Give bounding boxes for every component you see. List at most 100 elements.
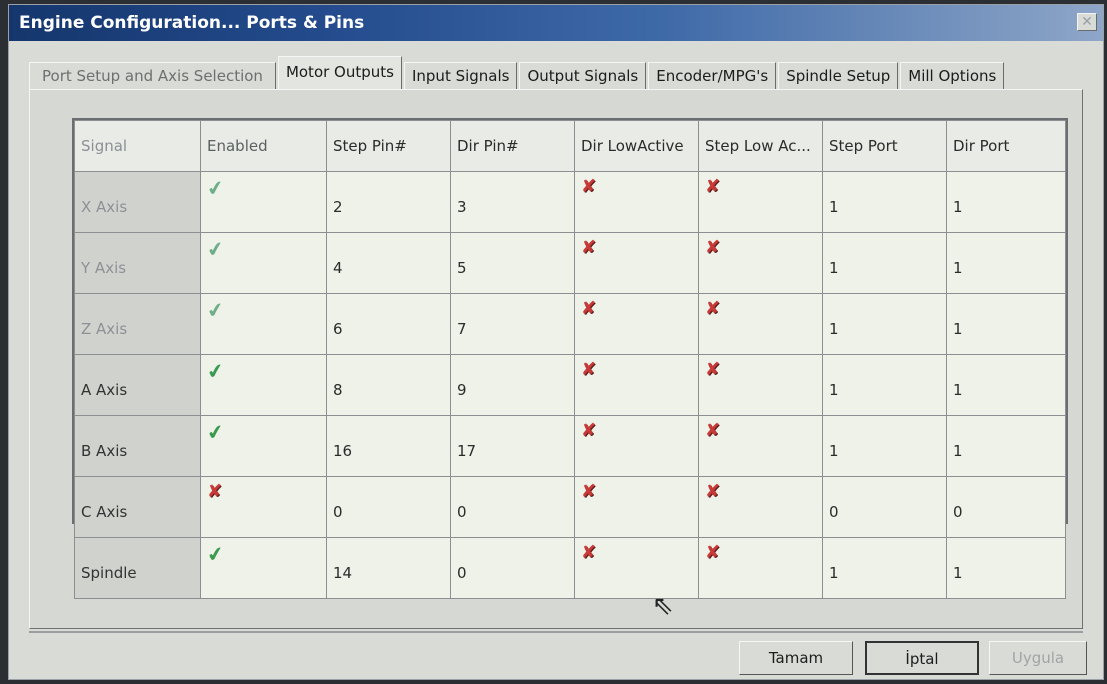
window-title: Engine Configuration... Ports & Pins	[19, 13, 365, 33]
step-low-active-cell[interactable]: ✘	[698, 537, 823, 599]
enabled-cell[interactable]: ✔	[200, 415, 327, 477]
step-pin-cell[interactable]: 6	[326, 293, 451, 355]
step-pin-cell[interactable]: 14	[326, 537, 451, 599]
motor-outputs-table: Signal Enabled Step Pin# Dir Pin# Dir Lo…	[74, 120, 1066, 599]
step-pin-cell[interactable]: 4	[326, 232, 451, 294]
cross-icon: ✘	[705, 481, 721, 502]
tab-encoder-mpg[interactable]: Encoder/MPG's	[648, 62, 777, 89]
header-dir-pin[interactable]: Dir Pin#	[450, 120, 575, 172]
row-signal-label[interactable]: A Axis	[74, 354, 201, 416]
step-pin-cell[interactable]: 16	[326, 415, 451, 477]
close-icon: ✕	[1081, 14, 1093, 30]
cancel-button[interactable]: İptal	[865, 641, 979, 675]
step-pin-cell[interactable]: 2	[326, 171, 451, 233]
enabled-cell[interactable]: ✘	[200, 476, 327, 538]
dir-port-cell[interactable]: 1	[946, 354, 1066, 416]
step-port-cell[interactable]: 1	[822, 354, 947, 416]
tab-mill-options[interactable]: Mill Options	[900, 62, 1005, 89]
row-signal-label[interactable]: B Axis	[74, 415, 201, 477]
step-low-active-cell[interactable]: ✘	[698, 415, 823, 477]
step-low-active-cell[interactable]: ✘	[698, 171, 823, 233]
cross-icon: ✘	[581, 542, 597, 563]
dir-low-active-cell[interactable]: ✘	[574, 476, 699, 538]
enabled-cell[interactable]: ✔	[200, 354, 327, 416]
apply-button[interactable]: Uygula	[989, 641, 1087, 675]
motor-outputs-grid: Signal Enabled Step Pin# Dir Pin# Dir Lo…	[72, 118, 1068, 599]
cross-icon: ✘	[705, 359, 721, 380]
check-icon: ✔	[205, 357, 226, 385]
cross-icon: ✘	[705, 237, 721, 258]
step-pin-cell[interactable]: 0	[326, 476, 451, 538]
dir-pin-cell[interactable]: 3	[450, 171, 575, 233]
row-signal-label[interactable]: C Axis	[74, 476, 201, 538]
dir-port-cell[interactable]: 1	[946, 293, 1066, 355]
step-port-cell[interactable]: 1	[822, 415, 947, 477]
enabled-cell[interactable]: ✔	[200, 293, 327, 355]
dir-port-cell[interactable]: 1	[946, 232, 1066, 294]
dir-low-active-cell[interactable]: ✘	[574, 537, 699, 599]
enabled-cell[interactable]: ✔	[200, 171, 327, 233]
table-row[interactable]: A Axis ✔ 8 9 ✘ ✘ 1 1	[74, 354, 1066, 416]
tab-motor-outputs[interactable]: Motor Outputs	[277, 56, 402, 89]
dir-low-active-cell[interactable]: ✘	[574, 293, 699, 355]
dir-pin-cell[interactable]: 9	[450, 354, 575, 416]
dir-low-active-cell[interactable]: ✘	[574, 415, 699, 477]
header-step-port[interactable]: Step Port	[822, 120, 947, 172]
step-low-active-cell[interactable]: ✘	[698, 293, 823, 355]
table-row[interactable]: Spindle ✔ 14 0 ✘ ✘ 1 1	[74, 537, 1066, 599]
check-icon: ✔	[205, 174, 226, 202]
step-port-cell[interactable]: 1	[822, 293, 947, 355]
header-dir-low-active[interactable]: Dir LowActive	[574, 120, 699, 172]
step-low-active-cell[interactable]: ✘	[698, 232, 823, 294]
table-row[interactable]: C Axis ✘ 0 0 ✘ ✘ 0 0	[74, 476, 1066, 538]
close-button[interactable]: ✕	[1077, 13, 1097, 31]
step-low-active-cell[interactable]: ✘	[698, 354, 823, 416]
step-port-cell[interactable]: 1	[822, 537, 947, 599]
cross-icon: ✘	[581, 420, 597, 441]
tab-spindle-setup[interactable]: Spindle Setup	[778, 62, 899, 89]
dir-pin-cell[interactable]: 0	[450, 476, 575, 538]
step-port-cell[interactable]: 1	[822, 171, 947, 233]
header-step-low-active[interactable]: Step Low Ac...	[698, 120, 823, 172]
dir-pin-cell[interactable]: 17	[450, 415, 575, 477]
dir-port-cell[interactable]: 1	[946, 537, 1066, 599]
tab-output-signals[interactable]: Output Signals	[519, 62, 647, 89]
dir-low-active-cell[interactable]: ✘	[574, 171, 699, 233]
table-row[interactable]: Y Axis ✔ 4 5 ✘ ✘ 1 1	[74, 232, 1066, 294]
divider	[29, 631, 1083, 633]
row-signal-label[interactable]: Y Axis	[74, 232, 201, 294]
step-port-cell[interactable]: 0	[822, 476, 947, 538]
row-signal-label[interactable]: Spindle	[74, 537, 201, 599]
tab-port-setup[interactable]: Port Setup and Axis Selection	[29, 62, 276, 89]
ok-button[interactable]: Tamam	[739, 641, 853, 675]
enabled-cell[interactable]: ✔	[200, 537, 327, 599]
row-signal-label[interactable]: X Axis	[74, 171, 201, 233]
dir-low-active-cell[interactable]: ✘	[574, 354, 699, 416]
cross-icon: ✘	[581, 176, 597, 197]
header-enabled[interactable]: Enabled	[200, 120, 327, 172]
step-pin-cell[interactable]: 8	[326, 354, 451, 416]
header-signal[interactable]: Signal	[74, 120, 201, 172]
cross-icon: ✘	[581, 359, 597, 380]
dir-port-cell[interactable]: 1	[946, 415, 1066, 477]
table-row[interactable]: Z Axis ✔ 6 7 ✘ ✘ 1 1	[74, 293, 1066, 355]
dir-port-cell[interactable]: 0	[946, 476, 1066, 538]
dir-pin-cell[interactable]: 5	[450, 232, 575, 294]
header-step-pin[interactable]: Step Pin#	[326, 120, 451, 172]
title-bar[interactable]: Engine Configuration... Ports & Pins ✕	[9, 5, 1103, 41]
motor-outputs-panel: Signal Enabled Step Pin# Dir Pin# Dir Lo…	[29, 89, 1083, 629]
row-signal-label[interactable]: Z Axis	[74, 293, 201, 355]
step-low-active-cell[interactable]: ✘	[698, 476, 823, 538]
tab-input-signals[interactable]: Input Signals	[403, 62, 518, 89]
dir-low-active-cell[interactable]: ✘	[574, 232, 699, 294]
step-port-cell[interactable]: 1	[822, 232, 947, 294]
check-icon: ✔	[205, 235, 226, 263]
dir-pin-cell[interactable]: 7	[450, 293, 575, 355]
dir-pin-cell[interactable]: 0	[450, 537, 575, 599]
header-dir-port[interactable]: Dir Port	[946, 120, 1066, 172]
table-row[interactable]: B Axis ✔ 16 17 ✘ ✘ 1 1	[74, 415, 1066, 477]
enabled-cell[interactable]: ✔	[200, 232, 327, 294]
mouse-pointer-icon: ⇖	[652, 591, 674, 621]
table-row[interactable]: X Axis ✔ 2 3 ✘ ✘ 1 1	[74, 171, 1066, 233]
dir-port-cell[interactable]: 1	[946, 171, 1066, 233]
